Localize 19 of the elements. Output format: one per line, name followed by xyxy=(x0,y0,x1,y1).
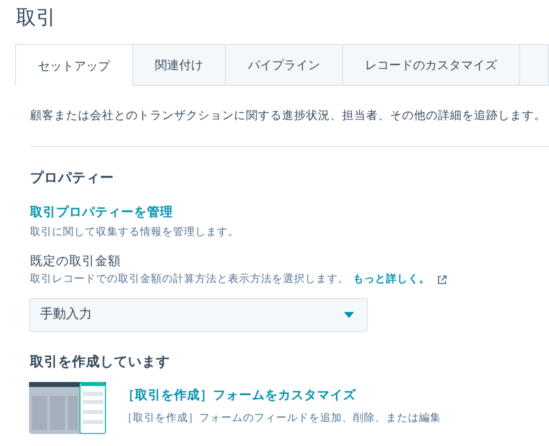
help-text: ［取引を作成］フォームのフィールドを追加、削除、または編集 xyxy=(122,411,441,426)
help-text: 取引に関して収集する情報を管理します。 xyxy=(30,224,240,240)
tab[interactable]: 関連付け xyxy=(132,44,226,85)
manage-properties-link[interactable]: 取引プロパティーを管理 xyxy=(30,204,173,218)
external-link-icon xyxy=(437,274,447,285)
section-heading: プロパティー xyxy=(30,169,115,188)
tab[interactable]: セットアップ xyxy=(15,44,133,86)
tab[interactable]: レコードのカスタマイズ xyxy=(342,44,520,85)
caret-icon xyxy=(344,312,354,318)
amount-dropdown[interactable]: 手動入力 xyxy=(29,298,368,332)
page-title: 取引 xyxy=(16,4,57,31)
help-text: 取引レコードでの取引金額の計算方法と表示方法を選択します。 xyxy=(30,272,349,287)
tab[interactable]: パイプライン xyxy=(225,44,343,85)
field-label: 既定の取引金額 xyxy=(30,252,122,270)
intro-text: 顧客または会社とのトランザクションに関する進捗状況、担当者、その他の詳細を追跡します。 xyxy=(30,107,547,124)
tab[interactable] xyxy=(519,44,549,85)
customize-form-link[interactable]: ［取引を作成］フォームをカスタマイズ xyxy=(122,387,356,402)
learn-more-link[interactable]: もっと詳しく。 xyxy=(353,272,430,288)
section-heading: 取引を作成しています xyxy=(30,352,171,372)
